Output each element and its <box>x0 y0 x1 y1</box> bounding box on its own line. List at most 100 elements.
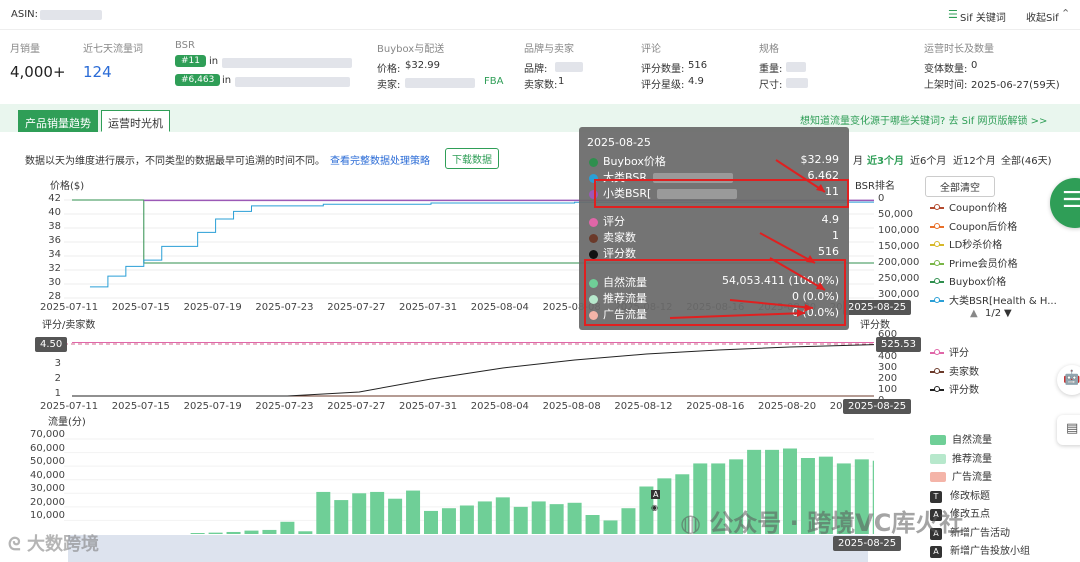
legend-line-icon <box>930 296 944 303</box>
traffic-bar <box>316 491 331 534</box>
annotation-arrows <box>669 159 826 319</box>
seller-count-value: 1 <box>558 76 565 87</box>
pager-next-icon[interactable]: ▼ <box>1004 308 1012 319</box>
bsr-y-tick: 250,000 <box>878 273 920 284</box>
traffic-y-tick: 20,000 <box>30 496 65 508</box>
x-axis-date-label: 2025-07-27 <box>327 401 386 412</box>
event-marker-icon[interactable]: A <box>651 490 661 499</box>
brand-field: 品牌: <box>524 64 548 75</box>
tab-time-machine[interactable]: 运营时光机 <box>101 110 170 132</box>
range-12-months[interactable]: 近12个月 <box>953 152 996 167</box>
promo-link[interactable]: 想知道流量变化源于哪些关键词? 去 Sif 网页版解锁 >> <box>800 112 1047 127</box>
sif-keyword-link[interactable]: Sif 关键词 <box>960 9 1006 24</box>
document-icon: ▤ <box>1066 421 1079 436</box>
legend-label: Coupon后价格 <box>949 221 1018 233</box>
menu-icon-float: ☰ <box>1062 188 1080 213</box>
pager-prev-icon[interactable]: ▲ <box>970 308 978 319</box>
legend-item[interactable]: T 修改标题 <box>930 487 990 503</box>
legend-item[interactable]: 评分 <box>930 344 969 359</box>
range-all[interactable]: 全部(46天) <box>1001 152 1052 167</box>
price-label: 价格: <box>377 64 401 75</box>
bsr-y-tick: 50,000 <box>878 209 913 220</box>
collapse-sif-button[interactable]: 收起Sif <box>1026 9 1059 24</box>
listing-label: 运营时长及数量 <box>924 44 994 55</box>
asin-redacted <box>40 10 102 20</box>
legend-line-icon <box>930 259 944 266</box>
traffic-words-value[interactable]: 124 <box>83 63 112 81</box>
clear-all-button[interactable]: 全部清空 <box>925 176 995 197</box>
x-axis-date-label: 2025-07-19 <box>183 302 242 313</box>
price-y-tick: 36 <box>48 235 61 246</box>
robot-assistant-icon[interactable]: 🤖 <box>1057 365 1080 395</box>
legend-item[interactable]: 推荐流量 <box>930 450 992 465</box>
event-type-icon: T <box>930 490 942 503</box>
download-data-button[interactable]: 下载数据 <box>445 148 499 169</box>
variants-label: 变体数量: <box>924 64 968 75</box>
legend-item[interactable]: Buybox价格 <box>930 273 1006 288</box>
legend-label: 大类BSR[Health & H... <box>949 295 1057 307</box>
brand-seller-label: 品牌与卖家 <box>524 44 574 55</box>
traffic-bar <box>370 491 385 534</box>
zoom-slider[interactable] <box>68 535 868 562</box>
traffic-bar <box>406 490 421 534</box>
seller-count-label: 卖家数: <box>524 80 558 91</box>
sif-float-button[interactable]: ☰ <box>1050 178 1080 228</box>
legend-item[interactable]: Coupon价格 <box>930 199 1007 214</box>
traffic-bar <box>549 504 564 534</box>
seller-label: 卖家: <box>377 80 401 91</box>
watermark-left-text: 大数跨境 <box>26 534 99 555</box>
review-y-tick: 1 <box>54 388 61 399</box>
x-axis-date-label: 2025-07-19 <box>183 401 242 412</box>
tab-sales-trend[interactable]: 产品销量趋势 <box>18 110 98 132</box>
bsr-category-redacted-2 <box>235 77 350 87</box>
bsr-in-1: in <box>209 56 219 67</box>
legend-swatch <box>930 472 946 482</box>
price-value: $32.99 <box>405 60 440 71</box>
event-type-icon: A <box>930 546 942 558</box>
legend-item[interactable]: A 新增广告投放小组 <box>930 542 1030 558</box>
chart-description: 数据以天为维度进行展示，不同类型的数据最早可追溯的时间不同。 <box>25 156 325 167</box>
legend-item[interactable]: Coupon后价格 <box>930 218 1017 233</box>
hover-date-tag-2: 2025-08-25 <box>843 399 912 414</box>
collapse-chevron-icon[interactable]: ⌃ <box>1061 7 1070 20</box>
price-y-tick: 30 <box>48 277 61 288</box>
range-6-months[interactable]: 近6个月 <box>910 152 946 167</box>
legend-item[interactable]: 卖家数 <box>930 363 979 378</box>
traffic-bar <box>226 531 241 534</box>
review-count-y-tick: 400 <box>878 351 898 362</box>
rating-value: 4.9 <box>688 76 704 87</box>
traffic-bar <box>621 508 636 534</box>
traffic-axis-label: 流量(分) <box>48 417 86 428</box>
legend-label: 推荐流量 <box>952 453 992 465</box>
legend-item[interactable]: 广告流量 <box>930 468 992 483</box>
wechat-icon: ◍ <box>680 509 701 537</box>
review-axis-label: 评分/卖家数 <box>42 320 96 331</box>
weight-redacted <box>786 62 806 72</box>
legend-item[interactable]: Prime会员价格 <box>930 255 1018 270</box>
menu-icon[interactable]: ☰ <box>948 8 958 21</box>
x-axis-date-label: 2025-08-04 <box>470 401 529 412</box>
traffic-y-tick: 40,000 <box>30 469 65 481</box>
price-y-tick: 32 <box>48 263 61 274</box>
traffic-bar <box>477 501 492 534</box>
legend-item[interactable]: 大类BSR[Health & H... <box>930 292 1057 307</box>
review-count-y-tick: 300 <box>878 362 898 373</box>
bsr-y-tick: 100,000 <box>878 225 920 236</box>
traffic-bar <box>262 529 277 534</box>
launch-value: 2025-06-27(59天) <box>971 80 1060 91</box>
review-count-value: 516 <box>688 60 708 71</box>
strategy-link[interactable]: 查看完整数据处理策略 <box>330 152 430 167</box>
legend-item[interactable]: LD秒杀价格 <box>930 236 1002 251</box>
rating-review-chart[interactable] <box>64 330 874 400</box>
review-count-y-tick: 200 <box>878 373 898 384</box>
traffic-bar <box>585 515 600 534</box>
legend-item[interactable]: 自然流量 <box>930 431 992 446</box>
event-marker-dot-icon[interactable]: ◉ <box>651 503 658 512</box>
notes-icon[interactable]: ▤ <box>1057 415 1080 445</box>
traffic-bar <box>495 497 510 534</box>
size-redacted <box>786 78 808 88</box>
legend-item[interactable]: 评分数 <box>930 381 979 396</box>
x-axis-date-label: 2025-07-11 <box>40 302 99 313</box>
legend-swatch <box>930 435 946 445</box>
x-axis-date-label: 2025-07-31 <box>399 302 458 313</box>
